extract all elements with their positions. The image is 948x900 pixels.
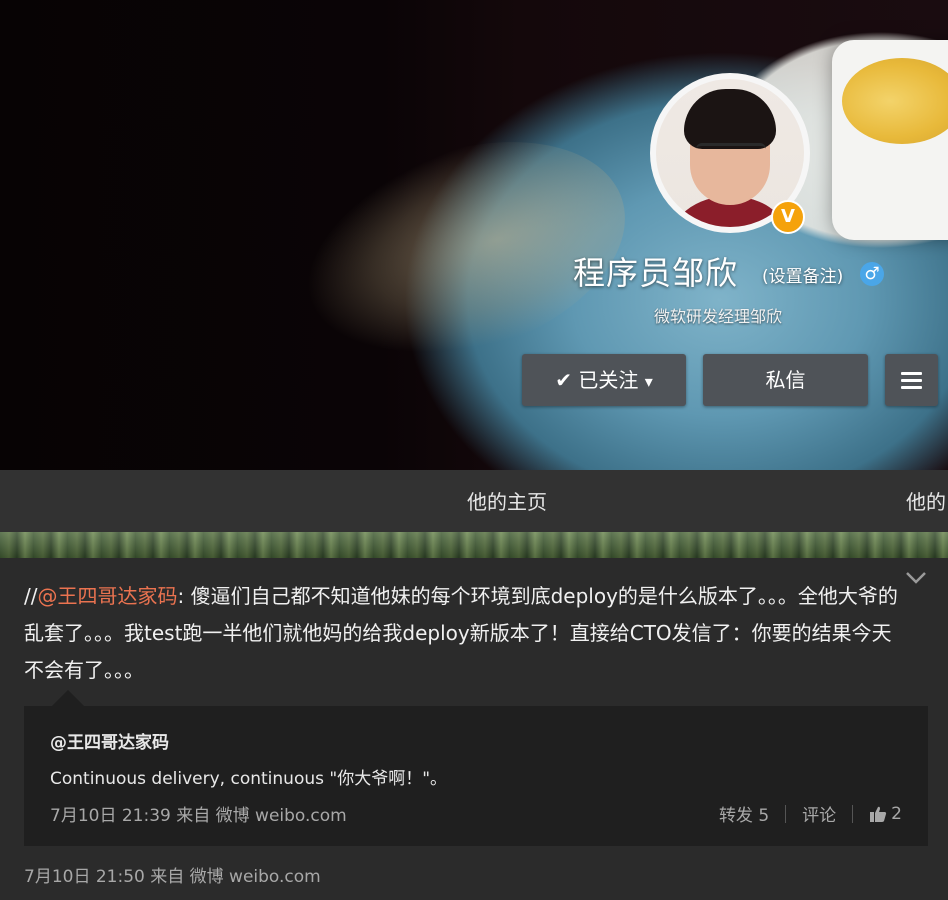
thumbs-up-icon [870, 806, 887, 822]
quoted-text: Continuous delivery, continuous "你大爷啊！"。 [50, 769, 448, 789]
post-text: //@王四哥达家码: 傻逼们自己都不知道他妹的每个环境到底deploy的是什么版… [24, 578, 904, 689]
chevron-down-icon[interactable] [905, 571, 927, 585]
post-prefix: // [24, 584, 38, 608]
tab-his-other[interactable]: 他的 [906, 486, 946, 515]
cover-coffee-cup [832, 40, 948, 240]
followed-label: 已关注 [578, 368, 639, 392]
repost-button[interactable]: 转发 5 [719, 801, 769, 826]
divider [785, 804, 787, 823]
quoted-meta[interactable]: 7月10日 21:39 来自 微博 weibo.com [50, 801, 347, 826]
profile-cover: V 程序员邹欣 (设置备注) ♂ 微软研发经理邹欣 ✔ 已关注 ▾ 私信 [0, 0, 948, 470]
like-button[interactable]: 2 [869, 804, 902, 824]
quoted-author-link[interactable]: @王四哥达家码 [50, 728, 169, 753]
caret-down-icon: ▾ [644, 372, 653, 391]
like-count: 2 [891, 803, 902, 824]
menu-icon [901, 372, 922, 389]
mention-link[interactable]: @王四哥达家码 [37, 584, 177, 608]
divider [852, 804, 854, 823]
quote-pointer [52, 690, 84, 706]
profile-name: 程序员邹欣 [573, 254, 739, 292]
gender-male-icon: ♂ [860, 262, 884, 286]
check-icon: ✔ [555, 368, 572, 392]
followed-button[interactable]: ✔ 已关注 ▾ [522, 354, 686, 406]
quoted-actions: 转发 5 评论 2 [719, 801, 902, 827]
verified-badge-icon: V [771, 200, 805, 234]
set-remark-link[interactable]: (设置备注) [762, 262, 843, 287]
more-menu-button[interactable] [885, 354, 938, 406]
quoted-post: @王四哥达家码 Continuous delivery, continuous … [24, 706, 928, 846]
tab-his-homepage[interactable]: 他的主页 [467, 486, 547, 515]
post-meta[interactable]: 7月10日 21:50 来自 微博 weibo.com [24, 862, 321, 887]
profile-bio: 微软研发经理邹欣 [654, 307, 783, 326]
cover-strip-decoration [0, 532, 948, 558]
private-message-button[interactable]: 私信 [703, 354, 868, 406]
comment-button[interactable]: 评论 [802, 801, 836, 826]
profile-tabs: 他的主页 他的 [0, 470, 948, 532]
